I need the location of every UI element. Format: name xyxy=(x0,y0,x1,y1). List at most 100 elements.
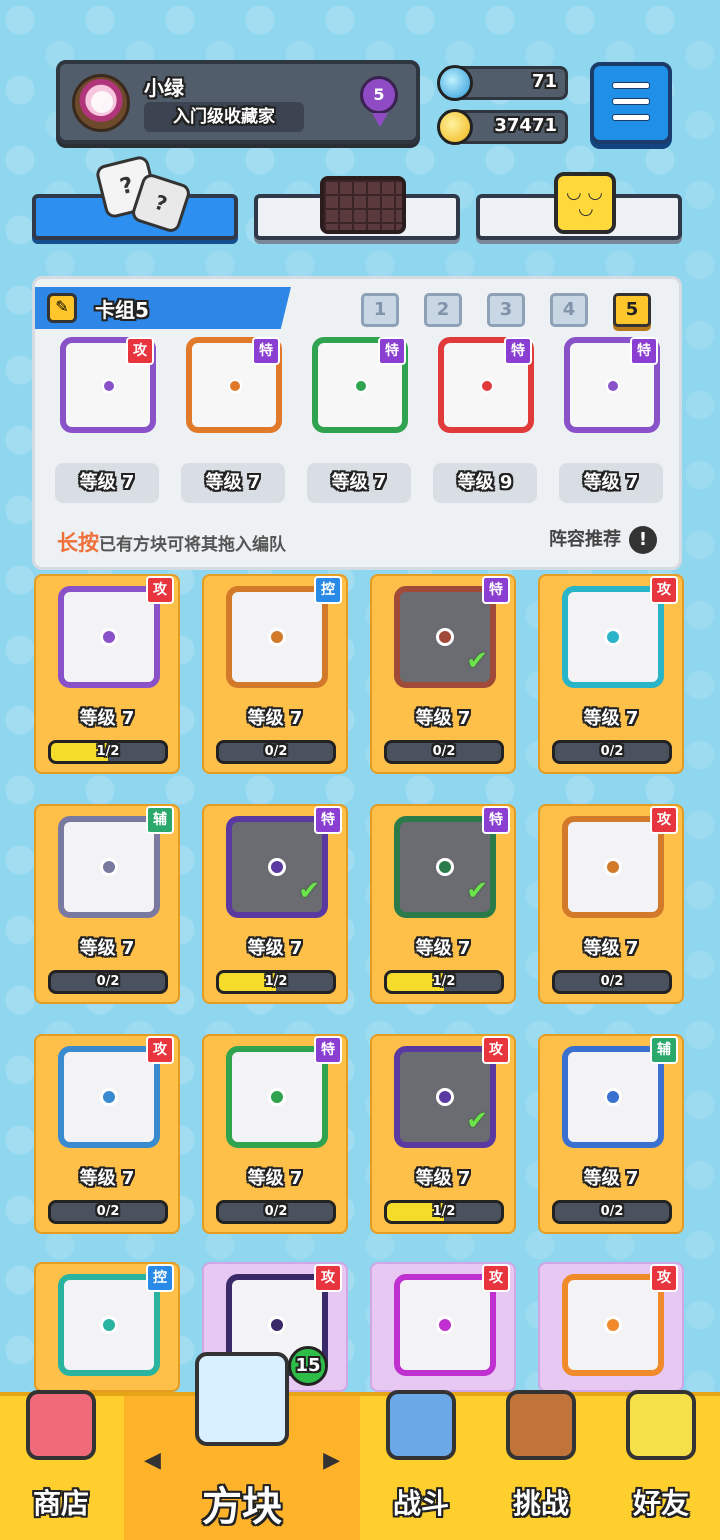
block-type-tag: 特 xyxy=(630,337,658,365)
block-card[interactable]: 攻 xyxy=(538,1262,684,1392)
block-card[interactable]: 控等级 7 0/2 xyxy=(202,574,348,774)
block-frame: 特 xyxy=(438,337,534,433)
coin-value: 37471 xyxy=(494,115,557,136)
block-frame: 特 xyxy=(564,337,660,433)
upgrade-progress-bar: 1/2 xyxy=(216,970,336,994)
arrow-left-icon[interactable]: ◀ xyxy=(144,1448,161,1473)
arrow-right-icon[interactable]: ▶ xyxy=(323,1448,340,1473)
block-type-tag: 攻 xyxy=(482,1264,510,1292)
nav-shop[interactable]: 商店 xyxy=(0,1390,122,1540)
menu-button[interactable] xyxy=(590,62,672,144)
gem-counter[interactable]: 71 xyxy=(437,65,568,101)
nav-shop-label: 商店 xyxy=(32,1487,89,1520)
deck-slot[interactable]: 特等级 9 xyxy=(433,337,539,503)
block-card[interactable]: 攻 xyxy=(370,1262,516,1392)
tab-dice[interactable]: ? ? xyxy=(32,154,238,240)
rank-medal-icon[interactable]: 5 xyxy=(360,76,398,127)
deck-slot[interactable]: 特等级 7 xyxy=(307,337,413,503)
block-core-icon xyxy=(604,1316,622,1334)
block-card[interactable]: 辅等级 7 0/2 xyxy=(538,1034,684,1234)
pencil-icon: ✎ xyxy=(47,293,77,323)
lineup-recommend-button[interactable]: 阵容推荐! xyxy=(549,525,657,554)
deck-slot[interactable]: 特等级 7 xyxy=(181,337,287,503)
block-core-icon xyxy=(480,379,494,393)
block-core-icon xyxy=(436,1316,454,1334)
nav-friends[interactable]: 好友 xyxy=(602,1390,720,1540)
block-frame xyxy=(226,586,328,688)
block-frame: 攻 xyxy=(60,337,156,433)
profile-card[interactable]: 小绿 入门级收藏家 5 xyxy=(56,60,420,144)
check-icon: ✔ xyxy=(466,876,488,906)
deck-hint: 长按已有方块可将其拖入编队 xyxy=(57,527,286,557)
block-core-icon xyxy=(604,1088,622,1106)
block-frame: ✔ xyxy=(394,1046,496,1148)
block-card[interactable]: ✔ 攻等级 7 1/2 xyxy=(370,1034,516,1234)
block-level: 等级 7 xyxy=(79,1168,135,1189)
nav-blocks[interactable]: ◀ ▶ 方块 xyxy=(124,1352,360,1540)
challenge-icon xyxy=(506,1390,576,1460)
deck-hint-text: 已有方块可将其拖入编队 xyxy=(99,535,286,555)
block-level: 等级 7 xyxy=(247,708,303,729)
deck-number-4[interactable]: 4 xyxy=(550,293,588,327)
progress-text: 0/2 xyxy=(432,744,456,759)
block-frame xyxy=(562,1046,664,1148)
block-type-tag: 攻 xyxy=(650,1264,678,1292)
block-card[interactable]: ✔ 特等级 7 1/2 xyxy=(370,804,516,1004)
block-card[interactable]: 攻等级 7 0/2 xyxy=(538,574,684,774)
deck-slot[interactable]: 攻等级 7 xyxy=(55,337,161,503)
block-card[interactable]: ✔ 特等级 7 0/2 xyxy=(370,574,516,774)
upgrade-progress-bar: 1/2 xyxy=(48,740,168,764)
block-frame xyxy=(58,1274,160,1376)
block-core-icon xyxy=(100,858,118,876)
block-frame: ✔ xyxy=(226,816,328,918)
block-card[interactable]: 攻等级 7 0/2 xyxy=(34,1034,180,1234)
bottom-nav: 商店 ◀ ▶ 方块 15 战斗 挑战 好友 xyxy=(0,1346,720,1540)
check-icon: ✔ xyxy=(298,876,320,906)
block-frame: ✔ xyxy=(394,586,496,688)
block-level: 等级 7 xyxy=(307,463,411,503)
block-core-icon xyxy=(228,379,242,393)
deck-label[interactable]: ✎ 卡组5 xyxy=(35,287,291,329)
block-type-tag: 攻 xyxy=(146,1036,174,1064)
block-type-tag: 控 xyxy=(314,576,342,604)
upgrade-progress-bar: 0/2 xyxy=(552,970,672,994)
block-core-icon xyxy=(100,628,118,646)
deck-number-2[interactable]: 2 xyxy=(424,293,462,327)
tab-board[interactable] xyxy=(254,176,460,240)
block-level: 等级 7 xyxy=(415,938,471,959)
avatar[interactable] xyxy=(72,74,130,132)
block-card[interactable]: ✔ 特等级 7 1/2 xyxy=(202,804,348,1004)
coin-counter[interactable]: 37471 xyxy=(437,109,568,145)
deck-slot[interactable]: 特等级 7 xyxy=(559,337,665,503)
nav-battle[interactable]: 战斗 xyxy=(362,1390,480,1540)
block-type-tag: 控 xyxy=(146,1264,174,1292)
nav-battle-label: 战斗 xyxy=(392,1487,449,1520)
block-frame: 特 xyxy=(312,337,408,433)
block-core-icon xyxy=(100,1316,118,1334)
battle-icon xyxy=(386,1390,456,1460)
deck-number-5[interactable]: 5 xyxy=(613,293,651,327)
block-core-icon xyxy=(604,858,622,876)
block-level: 等级 7 xyxy=(583,708,639,729)
block-type-tag: 特 xyxy=(378,337,406,365)
block-core-icon xyxy=(102,379,116,393)
block-core-icon xyxy=(436,628,454,646)
block-level: 等级 7 xyxy=(559,463,663,503)
upgrade-progress-bar: 0/2 xyxy=(216,740,336,764)
block-card[interactable]: 攻等级 7 1/2 xyxy=(34,574,180,774)
block-core-icon xyxy=(268,628,286,646)
block-type-tag: 辅 xyxy=(146,806,174,834)
block-type-tag: 攻 xyxy=(146,576,174,604)
block-card[interactable]: 攻等级 7 0/2 xyxy=(538,804,684,1004)
block-card[interactable]: 辅等级 7 0/2 xyxy=(34,804,180,1004)
upgrade-progress-bar: 0/2 xyxy=(552,740,672,764)
block-core-icon xyxy=(606,379,620,393)
nav-challenge[interactable]: 挑战 xyxy=(482,1390,600,1540)
block-card[interactable]: 控 xyxy=(34,1262,180,1392)
tab-emoji[interactable] xyxy=(476,172,682,240)
deck-number-3[interactable]: 3 xyxy=(487,293,525,327)
deck-number-1[interactable]: 1 xyxy=(361,293,399,327)
gem-value: 71 xyxy=(531,71,557,92)
block-card[interactable]: 特等级 7 0/2 xyxy=(202,1034,348,1234)
block-frame xyxy=(562,586,664,688)
